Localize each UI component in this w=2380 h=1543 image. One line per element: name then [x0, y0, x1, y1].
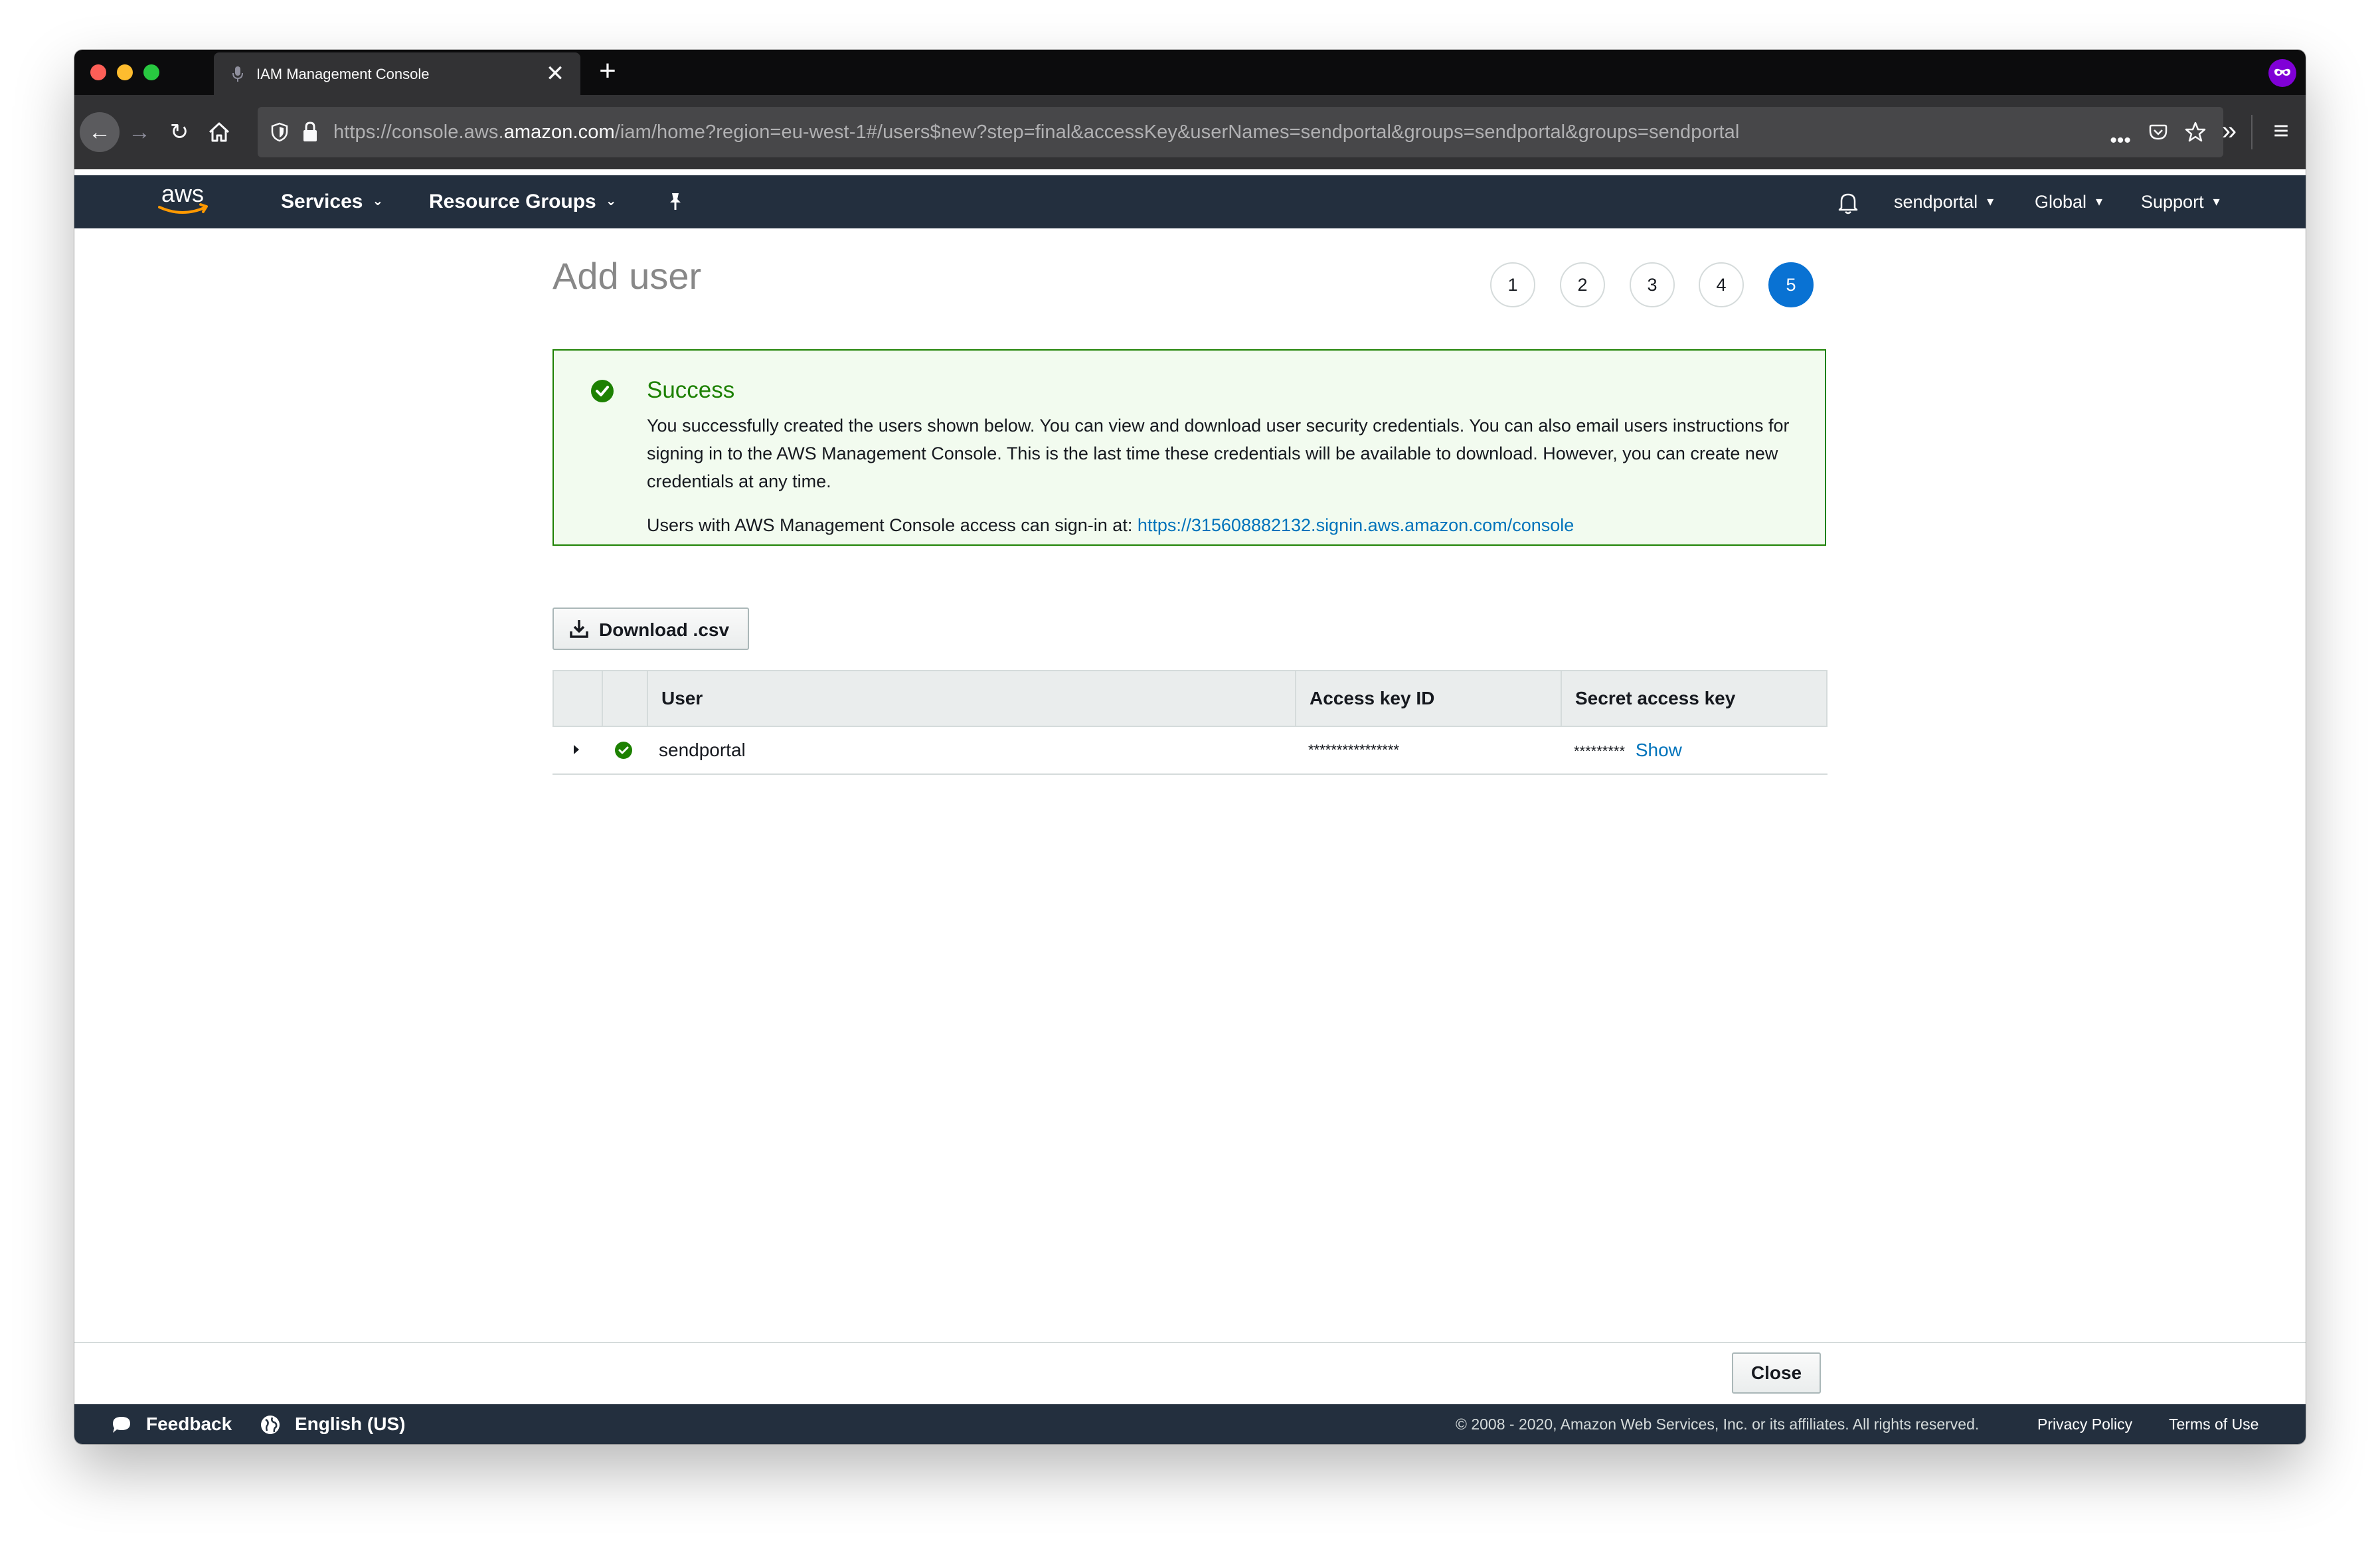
close-button[interactable]: Close — [1732, 1352, 1821, 1394]
chevron-down-icon: ⌄ — [605, 194, 617, 209]
table-header: User Access key ID Secret access key — [552, 670, 1828, 727]
column-header-user[interactable]: User — [648, 671, 1294, 726]
browser-tab-active[interactable]: IAM Management Console ✕ — [214, 52, 580, 95]
overflow-menu-button[interactable]: » — [2213, 112, 2246, 152]
back-button[interactable]: ← — [80, 112, 120, 152]
home-icon[interactable] — [199, 112, 239, 152]
access-key-id-value: **************** — [1308, 742, 1399, 758]
copyright-text: © 2008 - 2020, Amazon Web Services, Inc.… — [1456, 1416, 1980, 1433]
microphone-icon — [232, 66, 243, 82]
forward-button[interactable]: → — [120, 112, 159, 152]
wizard-step-2[interactable]: 2 — [1560, 262, 1605, 307]
check-circle-icon — [591, 380, 614, 402]
terms-of-use-link[interactable]: Terms of Use — [2169, 1404, 2258, 1444]
wizard-step-4[interactable]: 4 — [1699, 262, 1744, 307]
bookmark-star-icon[interactable] — [2178, 118, 2213, 147]
download-icon — [570, 620, 588, 638]
resource-groups-label: Resource Groups — [429, 191, 596, 212]
bell-icon[interactable] — [1837, 190, 1859, 215]
lock-icon[interactable] — [300, 120, 320, 144]
language-selector[interactable]: English (US) — [295, 1404, 405, 1444]
download-csv-button[interactable]: Download .csv — [552, 608, 749, 650]
region-menu[interactable]: Global ▾ — [2035, 175, 2102, 228]
column-header-access-key-id[interactable]: Access key ID — [1296, 671, 1561, 726]
column-header-secret-access-key[interactable]: Secret access key — [1562, 671, 1828, 726]
aws-footer: Feedback English (US) © 2008 - 2020, Ama… — [74, 1404, 2306, 1444]
download-label: Download .csv — [599, 619, 730, 640]
new-tab-button[interactable]: + — [591, 56, 624, 86]
signin-info: Users with AWS Management Console access… — [647, 515, 1574, 536]
feedback-link[interactable]: Feedback — [146, 1404, 232, 1444]
hamburger-menu-icon[interactable]: ≡ — [2263, 112, 2299, 152]
tab-close-icon[interactable]: ✕ — [542, 59, 568, 88]
caret-down-icon: ▾ — [2213, 194, 2220, 209]
caret-down-icon: ▾ — [1987, 194, 1994, 209]
toolbar-separator — [2251, 115, 2252, 149]
pocket-icon[interactable] — [2141, 118, 2175, 147]
alert-body: You successfully created the users shown… — [647, 416, 1790, 491]
support-menu[interactable]: Support ▾ — [2141, 175, 2220, 228]
url-bar[interactable]: https://console.aws.amazon.com/iam/home?… — [258, 107, 2223, 157]
url-domain: amazon.com — [503, 122, 615, 143]
check-circle-icon — [615, 742, 632, 759]
close-window-button[interactable] — [90, 64, 106, 80]
browser-navbar: ← → ↻ https://console.aws.amazon.com/iam… — [74, 95, 2306, 169]
aws-logo[interactable]: aws — [153, 181, 212, 222]
browser-titlebar: IAM Management Console ✕ + — [74, 50, 2306, 95]
caret-down-icon: ▾ — [2096, 194, 2103, 209]
show-secret-link[interactable]: Show — [1636, 740, 1682, 760]
page-actions-icon[interactable]: ••• — [2103, 126, 2138, 155]
aws-navbar: aws Services ⌄ Resource Groups ⌄ sendporta… — [74, 175, 2306, 228]
signin-url-link[interactable]: https://315608882132.signin.aws.amazon.c… — [1138, 515, 1574, 535]
maximize-window-button[interactable] — [143, 64, 159, 80]
minimize-window-button[interactable] — [117, 64, 133, 80]
svg-text:aws: aws — [161, 181, 204, 207]
reload-button[interactable]: ↻ — [159, 112, 199, 152]
globe-icon — [261, 1416, 280, 1434]
expand-caret-icon[interactable] — [571, 742, 582, 758]
tab-title: IAM Management Console — [256, 66, 430, 82]
url-path: /iam/home?region=eu-west-1#/users$new?st… — [614, 122, 1740, 143]
support-label: Support — [2141, 192, 2204, 212]
resource-groups-menu[interactable]: Resource Groups ⌄ — [429, 175, 617, 228]
signin-prefix: Users with AWS Management Console access… — [647, 515, 1138, 535]
url-text[interactable]: https://console.aws.amazon.com/iam/home?… — [333, 122, 1739, 143]
footer-divider — [74, 1342, 2306, 1343]
services-label: Services — [281, 191, 363, 212]
wizard-step-5: 5 — [1768, 262, 1814, 307]
services-menu[interactable]: Services ⌄ — [281, 175, 383, 228]
region-label: Global — [2035, 192, 2087, 212]
table-row: sendportal **************** ********* Sh… — [552, 727, 1828, 775]
success-alert: Success You successfully created the use… — [552, 349, 1826, 546]
column-divider — [602, 671, 603, 726]
url-actions: ••• — [2103, 118, 2213, 151]
account-name: sendportal — [1894, 192, 1978, 212]
user-name: sendportal — [659, 740, 746, 760]
page-title: Add user — [552, 255, 702, 297]
alert-title: Success — [647, 377, 735, 403]
account-menu[interactable]: sendportal ▾ — [1894, 175, 1994, 228]
wizard-step-3[interactable]: 3 — [1630, 262, 1675, 307]
speech-bubble-icon — [113, 1417, 130, 1433]
secret-key-value: ********* — [1574, 743, 1626, 760]
wizard-step-1[interactable]: 1 — [1490, 262, 1535, 307]
url-prefix: https://console.aws. — [333, 122, 504, 143]
browser-window: IAM Management Console ✕ + ← → ↻ https:/… — [74, 50, 2306, 1444]
private-browsing-icon — [2268, 59, 2296, 87]
chevron-down-icon: ⌄ — [372, 194, 384, 209]
pin-icon[interactable] — [664, 190, 687, 212]
privacy-policy-link[interactable]: Privacy Policy — [2037, 1404, 2132, 1444]
tracking-shield-icon[interactable] — [270, 122, 290, 143]
secret-key-cell: ********* Show — [1574, 727, 1682, 773]
